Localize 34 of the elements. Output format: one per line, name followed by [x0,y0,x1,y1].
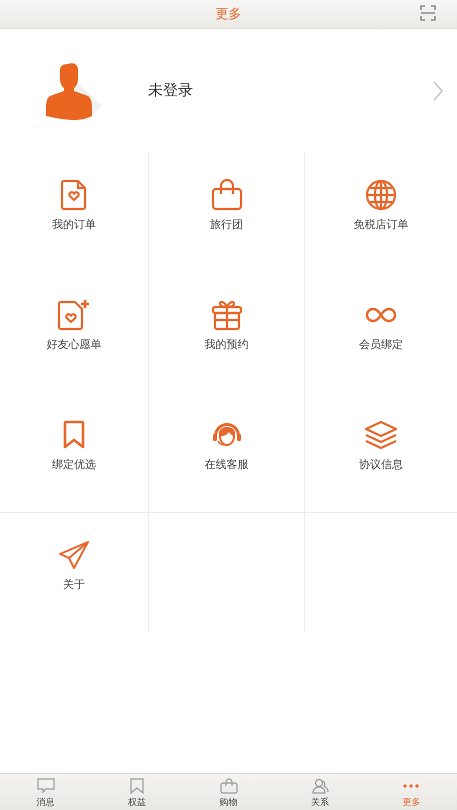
tab-bar-item[interactable]: 购物 [182,774,274,810]
infinity-icon[interactable] [365,306,397,322]
people-icon [310,778,329,794]
tab-bar-item[interactable]: 关系 [274,774,366,810]
menu-item[interactable]: 旅行团 [210,216,243,232]
menu-item[interactable]: 协议信息 [359,456,403,472]
avatar-icon[interactable] [46,62,102,120]
scan-icon[interactable] [420,5,436,21]
bag-icon[interactable] [210,178,242,210]
menu-item[interactable]: 好友心愿单 [46,336,102,352]
tab-bar-item[interactable]: 权益 [91,774,183,810]
document-heart-plus-icon[interactable] [57,298,91,330]
paper-plane-icon[interactable] [58,540,90,570]
more-icon [402,782,420,788]
layers-icon[interactable] [364,420,398,450]
menu-item[interactable]: 绑定优选 [52,456,96,472]
chat-icon [36,778,55,794]
headset-icon[interactable] [212,422,242,448]
gift-icon[interactable] [210,298,242,330]
bookmark-icon [130,778,144,794]
chevron-right-icon[interactable] [433,80,443,100]
login-status[interactable]: 未登录 [148,81,433,100]
globe-icon[interactable] [365,178,397,210]
bag-icon [220,778,238,794]
tab-bar-item[interactable]: 消息 [0,774,92,810]
page-title: 更多 [216,6,242,23]
menu-item[interactable]: 会员绑定 [359,336,403,352]
menu-item[interactable]: 我的订单 [52,216,96,232]
menu-item[interactable]: 在线客服 [204,456,248,472]
bookmark-icon[interactable] [62,420,86,450]
menu-item[interactable]: 关于 [63,577,85,592]
document-heart-icon[interactable] [60,178,88,210]
menu-item[interactable]: 免税店订单 [354,216,408,232]
menu-item[interactable]: 我的预约 [204,336,248,352]
